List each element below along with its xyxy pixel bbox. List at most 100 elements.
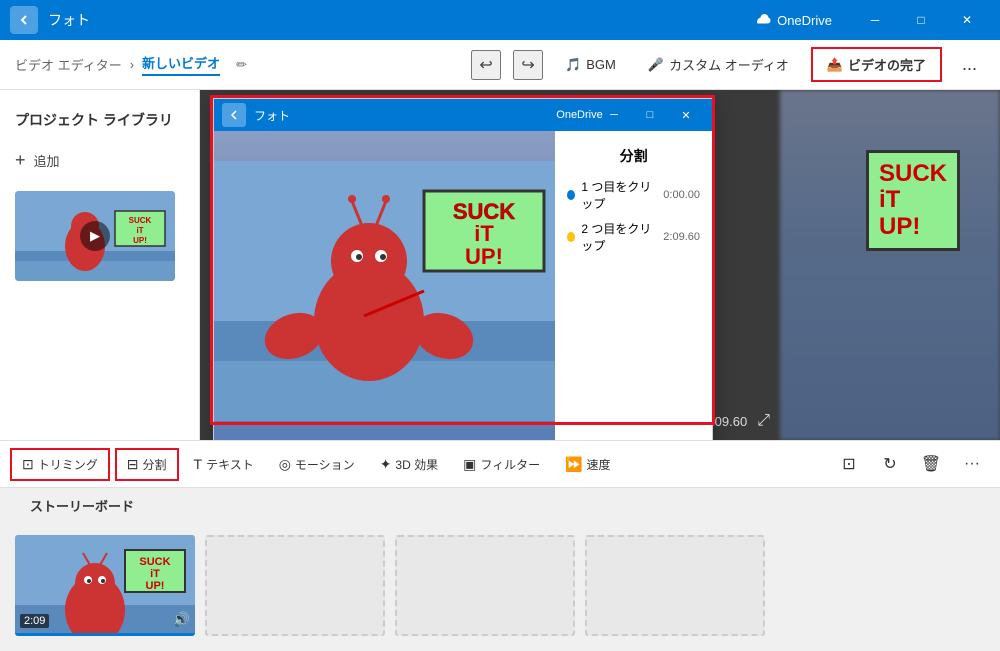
breadcrumb: ビデオ エディター › 新しいビデオ ✏ [15,53,247,76]
motion-label: モーション [295,456,355,473]
storyboard-header: ストーリーボード [0,488,1000,520]
content-wrapper: プロジェクト ライブラリ + 追加 [0,90,1000,651]
text-icon: T [194,456,203,472]
storyboard-items: SUCK iT UP! 2:09 🔊 [0,520,1000,651]
bottom-area: ⊡ トリミング ⊟ 分割 T テキスト ◎ モーション ✦ 3D 効果 ▣ フィ… [0,440,1000,651]
more-options-button[interactable]: ··· [954,446,990,482]
svg-text:iT: iT [136,226,143,235]
window-controls: ─ □ ✕ [852,0,990,40]
motion-button[interactable]: ◎ モーション [269,450,365,479]
thumbnail-image: SUCK iT UP! ▶ [15,191,175,281]
clip1-option: 1 つ目をクリップ 0:00.00 [567,178,700,212]
back-button[interactable] [10,6,38,34]
crop-button[interactable]: ⊡ [831,446,867,482]
edit-icon[interactable]: ✏ [236,57,247,73]
finish-video-button[interactable]: 📤 ビデオの完了 [811,47,942,82]
right-blur-bg [780,90,1000,440]
add-label: 追加 [34,151,60,170]
svg-text:iT: iT [150,568,160,580]
app-title: フォト [48,10,755,30]
bottom-toolbar: ⊡ トリミング ⊟ 分割 T テキスト ◎ モーション ✦ 3D 効果 ▣ フィ… [0,440,1000,488]
storyboard-empty-3[interactable] [585,535,765,636]
dialog-content: SUCK iT UP! 分割 1 つ目をクリップ 0: [214,131,712,440]
text-button[interactable]: T テキスト [184,450,264,479]
svg-text:UP!: UP! [146,580,165,592]
trim-button[interactable]: ⊡ トリミング [10,448,110,481]
fullscreen-button[interactable]: ⤢ [757,412,770,430]
more-button[interactable]: ... [954,48,985,81]
clip1-time: 0:00.00 [663,189,700,201]
custom-audio-icon: 🎤 [648,57,664,73]
close-button[interactable]: ✕ [944,0,990,40]
breadcrumb-separator: › [130,57,134,72]
trim-icon: ⊡ [22,456,34,473]
dialog-video: SUCK iT UP! [214,131,555,440]
maximize-button[interactable]: □ [898,0,944,40]
plus-icon: + [15,150,26,171]
middle-area: プロジェクト ライブラリ + 追加 [0,90,1000,440]
filter-label: フィルター [480,456,540,473]
svg-text:UP!: UP! [465,244,503,269]
speed-icon: ⏩ [565,456,582,473]
bgm-icon: 🎵 [565,57,581,73]
story-duration: 2:09 [20,614,49,628]
svg-text:iT: iT [474,221,494,246]
clip1-label: 1 つ目をクリップ [581,178,657,212]
play-icon[interactable]: ▶ [80,221,110,251]
dialog-video-svg: SUCK iT UP! [214,131,555,440]
custom-audio-button[interactable]: 🎤 カスタム オーディオ [638,49,799,80]
clip1-dot [567,190,575,200]
undo-button[interactable]: ↩ [471,50,501,80]
dialog-maximize[interactable]: □ [632,99,668,131]
breadcrumb-current[interactable]: 新しいビデオ [142,53,220,76]
speed-label: 速度 [587,456,611,473]
preview-section: SUCKiTUP! フォト [200,90,1000,440]
clip2-option: 2 つ目をクリップ 2:09.60 [567,220,700,254]
split-dialog[interactable]: フォト OneDrive ─ □ ✕ [213,98,713,440]
split-panel-title: 分割 [567,146,700,166]
title-bar: フォト OneDrive ─ □ ✕ [0,0,1000,40]
minimize-button[interactable]: ─ [852,0,898,40]
storyboard-item-1[interactable]: SUCK iT UP! 2:09 🔊 [15,535,195,636]
svg-text:SUCK: SUCK [129,216,152,225]
finish-label: ビデオの完了 [848,55,926,74]
right-sign-text: SUCKiTUP! [879,161,947,240]
dialog-title: フォト [254,107,290,124]
trim-label: トリミング [38,456,98,473]
dialog-close[interactable]: ✕ [668,99,704,131]
sidebar-title: プロジェクト ライブラリ [15,110,184,130]
sidebar: プロジェクト ライブラリ + 追加 [0,90,200,440]
clip2-label: 2 つ目をクリップ [581,220,657,254]
right-sign: SUCKiTUP! [866,150,960,251]
clip2-time: 2:09.60 [663,231,700,243]
storyboard-title: ストーリーボード [15,489,149,514]
svg-text:UP!: UP! [133,236,147,245]
redo-button[interactable]: ↪ [513,50,543,80]
speed-button[interactable]: ⏩ 速度 [555,450,620,479]
split-icon: ⊟ [127,456,139,473]
filter-button[interactable]: ▣ フィルター [453,450,550,479]
motion-icon: ◎ [279,456,291,473]
storyboard-empty-2[interactable] [395,535,575,636]
main-toolbar: ビデオ エディター › 新しいビデオ ✏ ↩ ↪ 🎵 BGM 🎤 カスタム オー… [0,40,1000,90]
onedrive-label: OneDrive [777,13,832,28]
toolbar-actions: ↩ ↪ 🎵 BGM 🎤 カスタム オーディオ 📤 ビデオの完了 ... [471,47,985,82]
library-thumbnail: SUCK iT UP! ▶ [15,191,175,281]
storyboard-empty-1[interactable] [205,535,385,636]
split-button[interactable]: ⊟ 分割 [115,448,179,481]
rotate-button[interactable]: ↻ [872,446,908,482]
clip2-dot [567,232,575,242]
delete-button[interactable]: 🗑 [913,446,949,482]
dialog-back-button[interactable] [222,103,246,127]
bgm-button[interactable]: 🎵 BGM [555,51,626,79]
preview-time-area: 2:09.60 ⤢ [704,412,770,430]
library-item[interactable]: SUCK iT UP! ▶ [15,191,184,281]
add-media-button[interactable]: + 追加 [15,145,184,176]
dialog-win-controls: OneDrive ─ □ ✕ [560,99,704,131]
dialog-title-bar: フォト OneDrive ─ □ ✕ [214,99,712,131]
split-label: 分割 [142,456,166,473]
dialog-minimize[interactable]: ─ [596,99,632,131]
breadcrumb-parent[interactable]: ビデオ エディター [15,55,122,74]
effects-icon: ✦ [380,456,392,473]
effects-button[interactable]: ✦ 3D 効果 [370,450,448,479]
